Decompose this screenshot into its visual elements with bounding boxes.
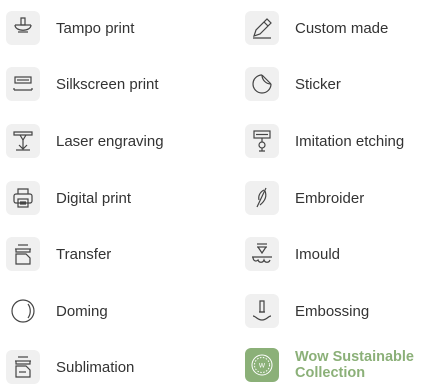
option-label: Sticker bbox=[295, 75, 341, 93]
option-imitation-etching[interactable]: Imitation etching bbox=[245, 122, 404, 160]
option-label: Imitation etching bbox=[295, 132, 405, 150]
option-label: Silkscreen print bbox=[56, 75, 159, 93]
option-custom-made[interactable]: Custom made bbox=[245, 9, 388, 47]
sticker-icon bbox=[245, 67, 279, 101]
decoration-options-grid: Tampo print Silkscreen print Laser engra… bbox=[0, 0, 431, 386]
laser-engraving-icon bbox=[6, 124, 40, 158]
pencil-icon bbox=[245, 11, 279, 45]
option-embossing[interactable]: Embossing bbox=[245, 292, 369, 330]
option-label: Transfer bbox=[56, 245, 112, 263]
option-label: Wow Sustainable Collection bbox=[295, 349, 414, 381]
option-label: Embossing bbox=[295, 302, 370, 320]
option-label: Laser engraving bbox=[56, 132, 164, 150]
printer-icon bbox=[6, 181, 40, 215]
option-silkscreen-print[interactable]: Silkscreen print bbox=[6, 65, 159, 103]
option-label: Digital print bbox=[56, 189, 132, 207]
imould-icon bbox=[245, 237, 279, 271]
option-embroider[interactable]: Embroider bbox=[245, 179, 364, 217]
tampo-stamp-icon bbox=[6, 11, 40, 45]
sublimation-icon bbox=[6, 350, 40, 384]
option-doming[interactable]: Doming bbox=[6, 292, 108, 330]
option-sublimation[interactable]: Sublimation bbox=[6, 348, 134, 386]
silkscreen-icon bbox=[6, 67, 40, 101]
option-label: Sublimation bbox=[56, 358, 135, 376]
option-label: Embroider bbox=[295, 189, 365, 207]
option-wow-sustainable-collection[interactable]: W Wow Sustainable Collection bbox=[245, 346, 415, 384]
option-transfer[interactable]: Transfer bbox=[6, 235, 111, 273]
option-sticker[interactable]: Sticker bbox=[245, 65, 341, 103]
option-laser-engraving[interactable]: Laser engraving bbox=[6, 122, 164, 160]
option-imould[interactable]: Imould bbox=[245, 235, 340, 273]
option-label: Custom made bbox=[295, 19, 389, 37]
option-label: Doming bbox=[56, 302, 108, 320]
transfer-icon bbox=[6, 237, 40, 271]
option-label: Tampo print bbox=[56, 19, 135, 37]
doming-icon bbox=[6, 294, 40, 328]
option-tampo-print[interactable]: Tampo print bbox=[6, 9, 134, 47]
option-digital-print[interactable]: Digital print bbox=[6, 179, 131, 217]
svg-text:W: W bbox=[259, 362, 266, 370]
imitation-etching-icon bbox=[245, 124, 279, 158]
wow-sustainable-logo: W bbox=[245, 348, 279, 382]
embossing-icon bbox=[245, 294, 279, 328]
needle-icon bbox=[245, 181, 279, 215]
option-label: Imould bbox=[295, 245, 341, 263]
